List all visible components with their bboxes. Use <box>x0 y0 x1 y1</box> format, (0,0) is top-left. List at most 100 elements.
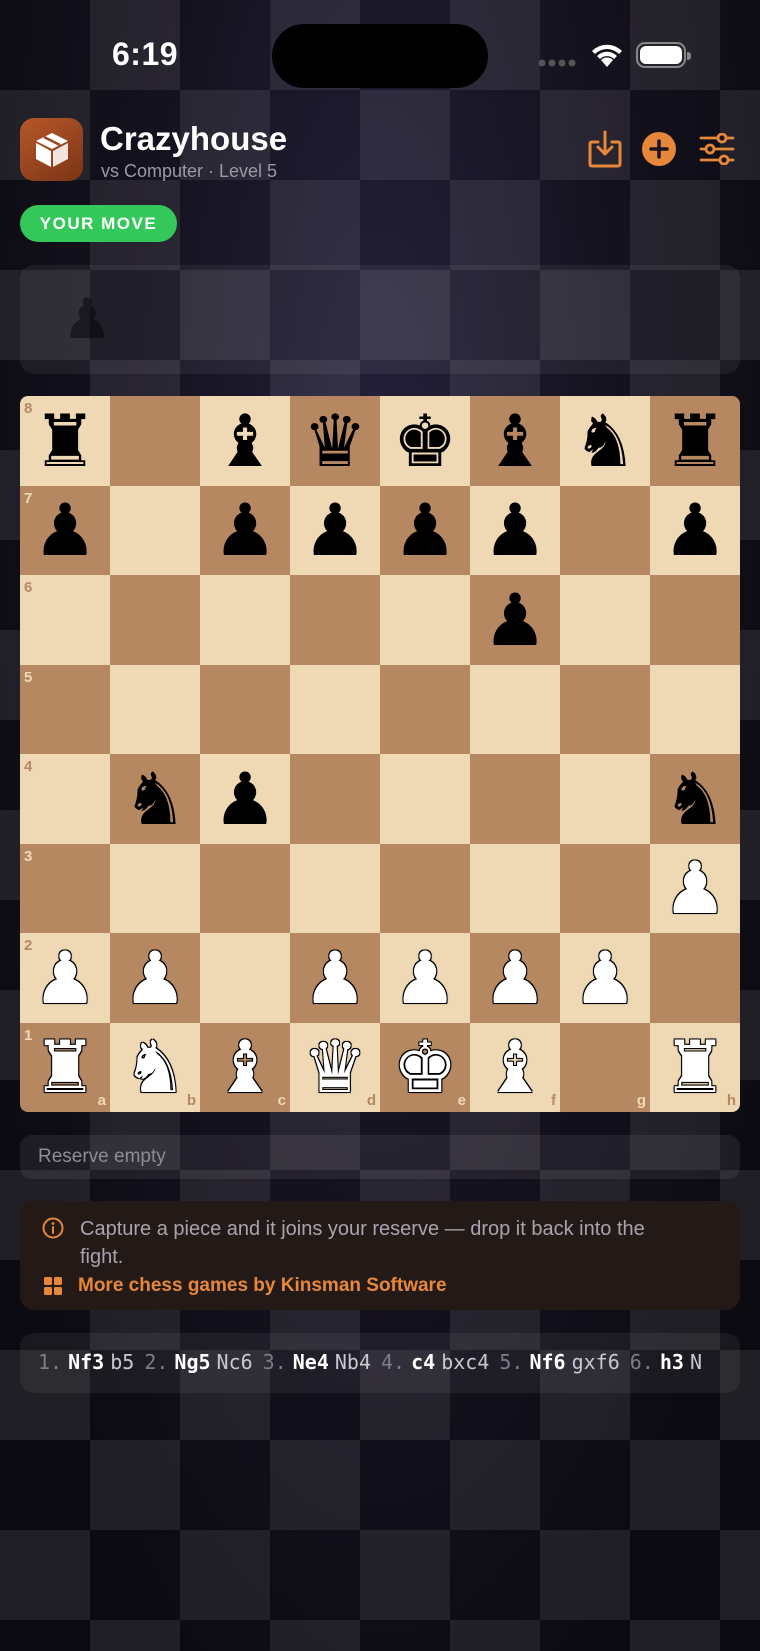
square-g3[interactable] <box>560 843 650 933</box>
square-h7[interactable]: ♟ <box>650 485 740 575</box>
move-list[interactable]: 1. Nf3 b5 2. Ng5 Nc6 3. Ne4 Nb4 4. c4 bxc4 5. Nf6 gxf6… <box>20 1333 740 1393</box>
square-e4[interactable] <box>380 754 470 844</box>
square-e1[interactable]: e ♚ <box>380 1022 470 1112</box>
white-knight-icon[interactable]: ♞ <box>123 1031 188 1103</box>
square-c4[interactable]: ♟ <box>200 754 290 844</box>
black-move[interactable]: N <box>690 1350 702 1374</box>
square-b4[interactable]: ♞ <box>110 754 200 844</box>
square-c7[interactable]: ♟ <box>200 485 290 575</box>
square-f6[interactable]: ♟ <box>470 575 560 665</box>
square-c8[interactable]: ♝ <box>200 396 290 486</box>
square-b6[interactable] <box>110 575 200 665</box>
black-move[interactable]: Nb4 <box>335 1350 371 1374</box>
black-queen-icon[interactable]: ♛ <box>303 405 368 477</box>
square-a4[interactable]: 4 <box>20 754 110 844</box>
square-a2[interactable]: 2 ♟ <box>20 933 110 1023</box>
black-pawn-icon[interactable]: ♟ <box>213 763 278 835</box>
square-g7[interactable] <box>560 485 650 575</box>
white-pawn-icon[interactable]: ♟ <box>123 942 188 1014</box>
white-move[interactable]: h3 <box>660 1350 684 1374</box>
square-h4[interactable]: ♞ <box>650 754 740 844</box>
square-d6[interactable] <box>290 575 380 665</box>
square-f5[interactable] <box>470 664 560 754</box>
new-game-button[interactable] <box>640 130 678 168</box>
white-queen-icon[interactable]: ♛ <box>303 1031 368 1103</box>
square-f1[interactable]: f ♝ <box>470 1022 560 1112</box>
white-pawn-icon[interactable]: ♟ <box>483 942 548 1014</box>
square-h3[interactable]: ♟ <box>650 843 740 933</box>
square-a5[interactable]: 5 <box>20 664 110 754</box>
square-g4[interactable] <box>560 754 650 844</box>
square-b3[interactable] <box>110 843 200 933</box>
black-pawn-icon[interactable]: ♟ <box>213 494 278 566</box>
square-b1[interactable]: b ♞ <box>110 1022 200 1112</box>
white-king-icon[interactable]: ♚ <box>393 1031 458 1103</box>
square-f2[interactable]: ♟ <box>470 933 560 1023</box>
white-move[interactable]: Nf3 <box>68 1350 104 1374</box>
square-b8[interactable] <box>110 396 200 486</box>
square-e7[interactable]: ♟ <box>380 485 470 575</box>
square-c1[interactable]: c ♝ <box>200 1022 290 1112</box>
black-pawn-icon[interactable]: ♟ <box>303 494 368 566</box>
white-move[interactable]: Nf6 <box>529 1350 565 1374</box>
white-pawn-icon[interactable]: ♟ <box>393 942 458 1014</box>
square-c2[interactable] <box>200 933 290 1023</box>
white-rook-icon[interactable]: ♜ <box>663 1031 728 1103</box>
white-pawn-icon[interactable]: ♟ <box>663 852 728 924</box>
black-move[interactable]: b5 <box>110 1350 134 1374</box>
black-bishop-icon[interactable]: ♝ <box>483 405 548 477</box>
settings-button[interactable] <box>698 130 736 168</box>
square-d1[interactable]: d ♛ <box>290 1022 380 1112</box>
square-d7[interactable]: ♟ <box>290 485 380 575</box>
black-bishop-icon[interactable]: ♝ <box>213 405 278 477</box>
square-g8[interactable]: ♞ <box>560 396 650 486</box>
square-a8[interactable]: 8 ♜ <box>20 396 110 486</box>
black-rook-icon[interactable]: ♜ <box>33 405 98 477</box>
square-c3[interactable] <box>200 843 290 933</box>
square-c6[interactable] <box>200 575 290 665</box>
square-e5[interactable] <box>380 664 470 754</box>
square-f4[interactable] <box>470 754 560 844</box>
square-d8[interactable]: ♛ <box>290 396 380 486</box>
square-b2[interactable]: ♟ <box>110 933 200 1023</box>
black-pawn-icon[interactable]: ♟ <box>663 494 728 566</box>
square-a3[interactable]: 3 <box>20 843 110 933</box>
square-b5[interactable] <box>110 664 200 754</box>
more-games-link[interactable]: More chess games by Kinsman Software <box>44 1275 447 1297</box>
black-move[interactable]: Nc6 <box>217 1350 253 1374</box>
black-knight-icon[interactable]: ♞ <box>573 405 638 477</box>
square-h6[interactable] <box>650 575 740 665</box>
square-e8[interactable]: ♚ <box>380 396 470 486</box>
square-h5[interactable] <box>650 664 740 754</box>
square-d4[interactable] <box>290 754 380 844</box>
square-h1[interactable]: h ♜ <box>650 1022 740 1112</box>
square-h8[interactable]: ♜ <box>650 396 740 486</box>
white-bishop-icon[interactable]: ♝ <box>483 1031 548 1103</box>
black-move[interactable]: gxf6 <box>572 1350 620 1374</box>
square-e6[interactable] <box>380 575 470 665</box>
square-g5[interactable] <box>560 664 650 754</box>
black-knight-icon[interactable]: ♞ <box>663 763 728 835</box>
black-move[interactable]: bxc4 <box>441 1350 489 1374</box>
black-knight-icon[interactable]: ♞ <box>123 763 188 835</box>
square-f7[interactable]: ♟ <box>470 485 560 575</box>
square-g2[interactable]: ♟ <box>560 933 650 1023</box>
square-e3[interactable] <box>380 843 470 933</box>
square-f3[interactable] <box>470 843 560 933</box>
black-pawn-icon[interactable]: ♟ <box>33 494 98 566</box>
black-pawn-icon[interactable]: ♟ <box>483 584 548 656</box>
square-d5[interactable] <box>290 664 380 754</box>
square-c5[interactable] <box>200 664 290 754</box>
white-bishop-icon[interactable]: ♝ <box>213 1031 278 1103</box>
square-h2[interactable] <box>650 933 740 1023</box>
black-pawn-icon[interactable]: ♟ <box>393 494 458 566</box>
white-rook-icon[interactable]: ♜ <box>33 1031 98 1103</box>
white-move[interactable]: c4 <box>411 1350 435 1374</box>
square-f8[interactable]: ♝ <box>470 396 560 486</box>
white-pawn-icon[interactable]: ♟ <box>303 942 368 1014</box>
square-d2[interactable]: ♟ <box>290 933 380 1023</box>
square-a6[interactable]: 6 <box>20 575 110 665</box>
share-button[interactable] <box>586 130 624 168</box>
square-a7[interactable]: 7 ♟ <box>20 485 110 575</box>
white-pawn-icon[interactable]: ♟ <box>33 942 98 1014</box>
